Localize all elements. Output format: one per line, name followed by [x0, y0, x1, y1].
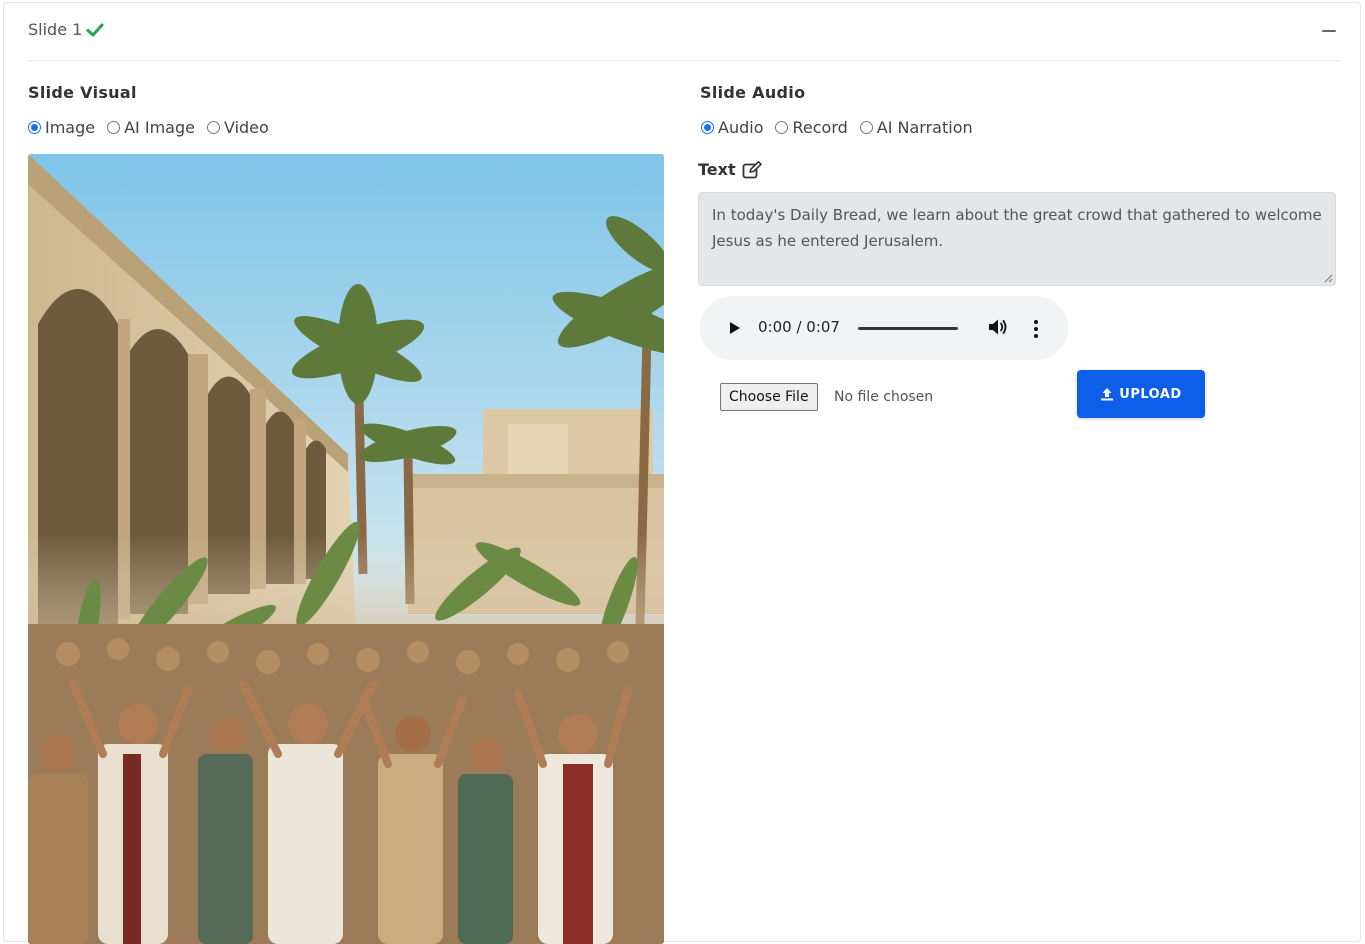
radio-ai-image[interactable]: AI Image	[107, 118, 195, 137]
play-icon[interactable]	[730, 322, 740, 334]
slide-image	[28, 154, 664, 944]
radio-audio-button[interactable]	[701, 121, 714, 134]
text-label-text: Text	[698, 160, 736, 179]
upload-label: UPLOAD	[1119, 386, 1182, 402]
choose-file-button[interactable]: Choose File	[720, 383, 818, 411]
visual-radio-group: Image AI Image Video	[28, 118, 281, 137]
more-options-icon[interactable]	[1034, 320, 1038, 338]
radio-ai-image-label: AI Image	[124, 118, 195, 137]
collapse-icon[interactable]	[1322, 30, 1336, 32]
radio-record-label: Record	[792, 118, 848, 137]
volume-icon[interactable]	[988, 318, 1008, 336]
upload-icon	[1101, 388, 1114, 401]
slide-visual-title: Slide Visual	[28, 83, 137, 102]
radio-ai-narration[interactable]: AI Narration	[859, 118, 973, 137]
audio-player: 0:00 / 0:07	[700, 296, 1068, 360]
radio-image[interactable]: Image	[28, 118, 95, 137]
text-label: Text	[698, 160, 762, 179]
card-header[interactable]: Slide 1	[28, 3, 1340, 61]
radio-audio-label: Audio	[718, 118, 764, 137]
narration-text-field[interactable]: In today's Daily Bread, we learn about t…	[698, 192, 1336, 286]
radio-ai-image-button[interactable]	[107, 121, 121, 134]
upload-button[interactable]: UPLOAD	[1077, 370, 1205, 418]
radio-video-button[interactable]	[206, 121, 220, 134]
radio-ai-narration-label: AI Narration	[876, 118, 973, 137]
radio-image-label: Image	[45, 118, 96, 137]
radio-video-label: Video	[223, 118, 269, 137]
audio-time: 0:00 / 0:07	[758, 318, 840, 336]
file-status: No file chosen	[834, 389, 934, 405]
palm-sunday-illustration	[28, 154, 664, 944]
audio-radio-group: Audio Record AI Narration	[701, 118, 985, 137]
resize-grip-icon[interactable]	[1323, 273, 1333, 283]
slide-audio-title: Slide Audio	[700, 83, 806, 102]
radio-ai-narration-button[interactable]	[859, 121, 873, 134]
edit-icon[interactable]	[742, 160, 762, 179]
slide-title: Slide 1	[28, 20, 104, 39]
radio-record-button[interactable]	[775, 121, 789, 134]
radio-audio[interactable]: Audio	[701, 118, 763, 137]
slide-title-text: Slide 1	[28, 20, 83, 39]
check-icon	[86, 23, 104, 36]
radio-record[interactable]: Record	[775, 118, 848, 137]
radio-video[interactable]: Video	[206, 118, 269, 137]
audio-progress-bar[interactable]	[858, 327, 958, 330]
radio-image-button[interactable]	[28, 121, 41, 134]
